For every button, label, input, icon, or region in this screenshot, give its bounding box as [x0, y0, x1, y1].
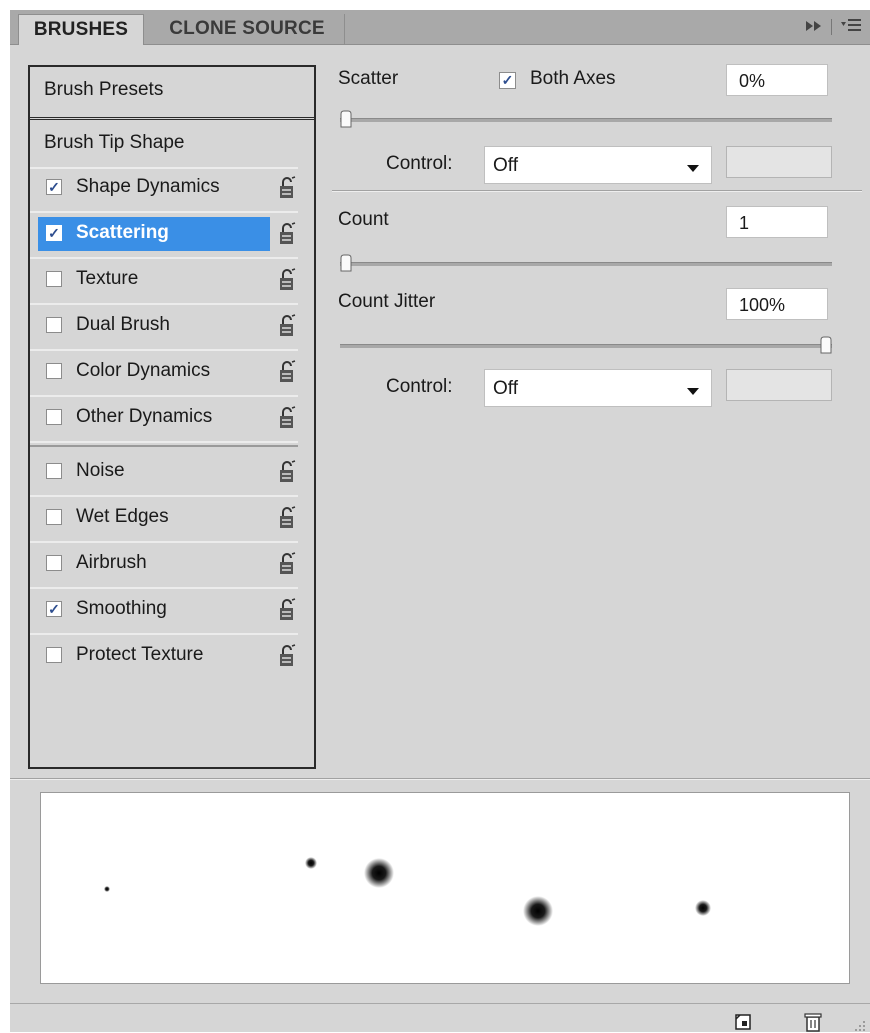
- texture-checkbox[interactable]: [46, 271, 62, 287]
- lock-icon[interactable]: [278, 268, 296, 292]
- scatter-value-field[interactable]: 0%: [726, 64, 828, 96]
- list-item-wet-edges[interactable]: Wet Edges: [30, 497, 298, 543]
- smoothing-label: Smoothing: [76, 598, 167, 619]
- shape-dynamics-checkbox[interactable]: ✓: [46, 179, 62, 195]
- brush-dab: [364, 858, 394, 888]
- lock-icon[interactable]: [278, 406, 296, 430]
- other-dynamics-label: Other Dynamics: [76, 406, 213, 427]
- noise-label: Noise: [76, 460, 125, 481]
- texture-label: Texture: [76, 268, 139, 289]
- list-item-scattering[interactable]: ✓ Scattering: [30, 213, 298, 259]
- count-jitter-control-label: Control:: [386, 376, 453, 397]
- wet-edges-checkbox[interactable]: [46, 509, 62, 525]
- brush-presets-label: Brush Presets: [44, 79, 164, 100]
- count-jitter-control-value: Off: [493, 378, 518, 399]
- brush-presets-item[interactable]: Brush Presets: [30, 67, 314, 120]
- tab-brushes[interactable]: BRUSHES: [18, 14, 144, 45]
- chevron-down-icon: [687, 165, 699, 172]
- lock-icon[interactable]: [278, 598, 296, 622]
- chevron-down-icon: [687, 388, 699, 395]
- list-item-texture[interactable]: Texture: [30, 259, 298, 305]
- panel-menu-icon[interactable]: [840, 18, 862, 36]
- count-jitter-control-select[interactable]: Off: [484, 369, 712, 407]
- section-divider: [332, 190, 862, 192]
- scatter-slider[interactable]: [340, 110, 832, 128]
- protect-texture-label: Protect Texture: [76, 644, 204, 665]
- scatter-control-amount-field: [726, 146, 832, 178]
- resize-grip-icon[interactable]: [852, 1018, 866, 1032]
- noise-checkbox[interactable]: [46, 463, 62, 479]
- brush-dab: [104, 886, 110, 892]
- group-divider: [30, 445, 298, 447]
- scatter-control-label: Control:: [386, 153, 453, 174]
- brush-dab: [695, 900, 711, 916]
- fast-forward-icon[interactable]: [805, 19, 823, 36]
- brush-dab: [523, 896, 553, 926]
- new-preset-icon[interactable]: [732, 1011, 754, 1033]
- list-item-protect-texture[interactable]: Protect Texture: [30, 635, 298, 679]
- count-slider[interactable]: [340, 254, 832, 272]
- brushes-panel: BRUSHES CLONE SOURCE Brush Presets Brush…: [10, 10, 870, 1032]
- scatter-slider-thumb[interactable]: [340, 110, 352, 128]
- lock-icon[interactable]: [278, 644, 296, 668]
- lock-icon[interactable]: [278, 314, 296, 338]
- tab-clone-source[interactable]: CLONE SOURCE: [150, 14, 345, 44]
- count-jitter-value-field[interactable]: 100%: [726, 288, 828, 320]
- lock-icon[interactable]: [278, 506, 296, 530]
- list-item-color-dynamics[interactable]: Color Dynamics: [30, 351, 298, 397]
- count-jitter-slider-thumb[interactable]: [820, 336, 832, 354]
- wet-edges-label: Wet Edges: [76, 506, 169, 527]
- lock-icon[interactable]: [278, 360, 296, 384]
- count-jitter-control-amount-field: [726, 369, 832, 401]
- count-jitter-label: Count Jitter: [338, 291, 436, 312]
- brush-settings-list: Brush Presets Brush Tip Shape ✓ Shape Dy…: [28, 65, 316, 769]
- count-slider-thumb[interactable]: [340, 254, 352, 272]
- list-item-shape-dynamics[interactable]: ✓ Shape Dynamics: [30, 167, 298, 213]
- brush-preview-canvas: [104, 857, 711, 926]
- list-item-airbrush[interactable]: Airbrush: [30, 543, 298, 589]
- count-value-field[interactable]: 1: [726, 206, 828, 238]
- scatter-label: Scatter: [338, 68, 399, 89]
- brush-tip-shape-item[interactable]: Brush Tip Shape: [30, 123, 298, 169]
- lock-icon[interactable]: [278, 460, 296, 484]
- shape-dynamics-label: Shape Dynamics: [76, 176, 220, 197]
- list-item-other-dynamics[interactable]: Other Dynamics: [30, 397, 298, 443]
- lock-icon[interactable]: [278, 176, 296, 200]
- other-dynamics-checkbox[interactable]: [46, 409, 62, 425]
- tab-bar: BRUSHES CLONE SOURCE: [10, 10, 870, 45]
- trash-icon[interactable]: [802, 1011, 824, 1033]
- list-item-dual-brush[interactable]: Dual Brush: [30, 305, 298, 351]
- lock-icon[interactable]: [278, 552, 296, 576]
- scattering-checkbox[interactable]: ✓: [46, 225, 62, 241]
- list-item-smoothing[interactable]: ✓ Smoothing: [30, 589, 298, 635]
- dual-brush-label: Dual Brush: [76, 314, 170, 335]
- color-dynamics-label: Color Dynamics: [76, 360, 211, 381]
- airbrush-checkbox[interactable]: [46, 555, 62, 571]
- tab-icons: [805, 18, 862, 36]
- count-jitter-slider[interactable]: [340, 336, 832, 354]
- both-axes-label: Both Axes: [530, 68, 616, 89]
- scattering-label: Scattering: [76, 222, 169, 243]
- scatter-control-select[interactable]: Off: [484, 146, 712, 184]
- brush-dab: [305, 857, 317, 869]
- scatter-control-value: Off: [493, 155, 518, 176]
- lock-icon[interactable]: [278, 222, 296, 246]
- preview-divider: [10, 778, 870, 780]
- count-label: Count: [338, 209, 389, 230]
- brush-tip-shape-label: Brush Tip Shape: [44, 132, 185, 153]
- color-dynamics-checkbox[interactable]: [46, 363, 62, 379]
- brush-stroke-preview: [40, 792, 850, 984]
- protect-texture-checkbox[interactable]: [46, 647, 62, 663]
- bottom-bar-divider: [10, 1003, 870, 1004]
- smoothing-checkbox[interactable]: ✓: [46, 601, 62, 617]
- airbrush-label: Airbrush: [76, 552, 147, 573]
- list-item-noise[interactable]: Noise: [30, 451, 298, 497]
- both-axes-checkbox[interactable]: ✓: [499, 72, 516, 89]
- dual-brush-checkbox[interactable]: [46, 317, 62, 333]
- tab-icons-divider: [831, 19, 832, 35]
